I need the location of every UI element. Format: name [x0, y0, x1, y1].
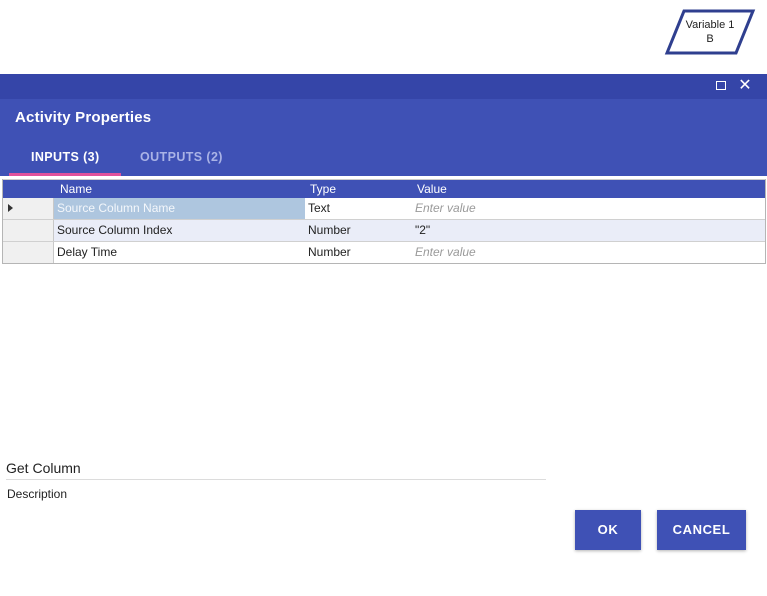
properties-grid: Name Type Value Source Column Name Text …: [2, 179, 766, 264]
activity-description: Description: [7, 487, 68, 501]
dialog-header: Activity Properties INPUTS (3) OUTPUTS (…: [0, 99, 767, 176]
activity-divider: [6, 479, 546, 480]
cell-value-input[interactable]: Enter value: [412, 198, 765, 219]
column-header-name[interactable]: Name: [60, 182, 92, 196]
cell-value-input[interactable]: Enter value: [412, 242, 765, 263]
tab-outputs[interactable]: OUTPUTS (2): [140, 150, 223, 164]
flow-node-variable-1[interactable]: Variable 1 B: [664, 8, 756, 56]
cell-value-input[interactable]: "2": [412, 220, 765, 241]
close-icon[interactable]: ✕: [737, 78, 753, 94]
cell-name[interactable]: Delay Time: [54, 242, 305, 263]
flow-node-label: Variable 1 B: [678, 18, 742, 46]
column-header-type[interactable]: Type: [310, 182, 336, 196]
column-header-value[interactable]: Value: [417, 182, 447, 196]
grid-header: Name Type Value: [3, 179, 765, 198]
cell-type[interactable]: Number: [305, 220, 412, 241]
row-header[interactable]: [3, 242, 54, 263]
cancel-button[interactable]: CANCEL: [657, 510, 746, 550]
row-header[interactable]: [3, 198, 54, 219]
table-row[interactable]: Source Column Index Number "2": [3, 220, 765, 242]
flow-node-line1: Variable 1: [685, 19, 735, 31]
table-row[interactable]: Delay Time Number Enter value: [3, 242, 765, 264]
maximize-icon[interactable]: [713, 78, 729, 94]
row-header[interactable]: [3, 220, 54, 241]
ok-button[interactable]: OK: [575, 510, 641, 550]
window-title-bar: ✕: [0, 74, 767, 99]
activity-name: Get Column: [6, 460, 81, 476]
cell-name[interactable]: Source Column Index: [54, 220, 305, 241]
table-row[interactable]: Source Column Name Text Enter value: [3, 198, 765, 220]
flow-node-line2: B: [706, 33, 714, 45]
cell-type[interactable]: Text: [305, 198, 412, 219]
current-row-arrow-icon: [8, 204, 13, 212]
dialog-title: Activity Properties: [15, 109, 152, 126]
cell-name[interactable]: Source Column Name: [54, 198, 305, 219]
tab-inputs[interactable]: INPUTS (3): [31, 150, 100, 164]
cell-type[interactable]: Number: [305, 242, 412, 263]
